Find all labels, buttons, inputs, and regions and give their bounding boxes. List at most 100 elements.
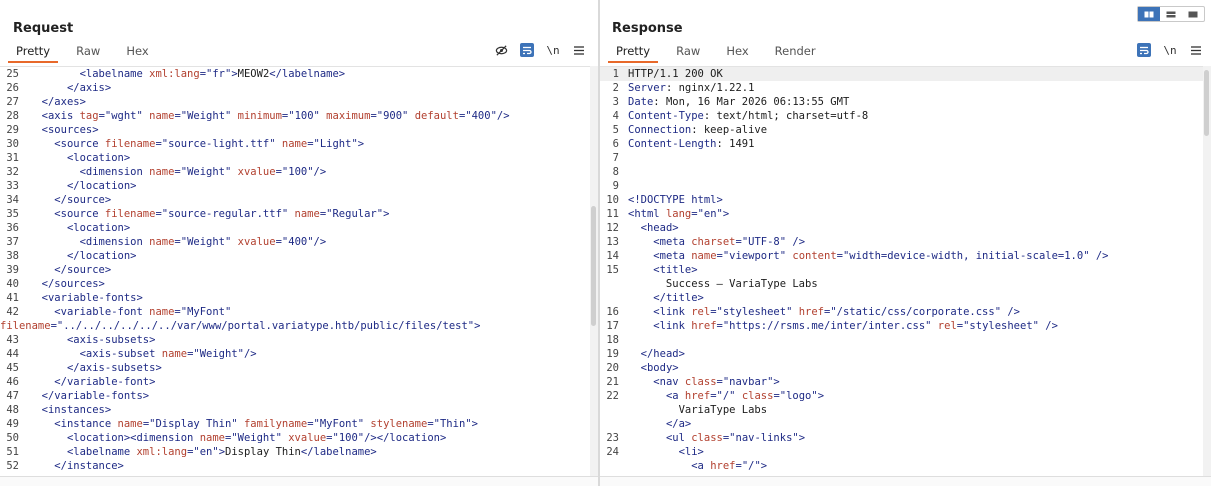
code-text: <dimension name="Weight" xvalue="100"/> — [29, 165, 327, 179]
code-token: </location> — [66, 180, 137, 192]
code-token: name — [199, 432, 225, 444]
code-text: HTTP/1.1 200 OK — [628, 67, 723, 81]
tab-raw[interactable]: Raw — [668, 44, 708, 63]
request-editor[interactable]: 25 <labelname xml:lang="fr">MEOW2</label… — [0, 66, 590, 477]
line-number: 11 — [606, 208, 619, 220]
code-line: 19 </head> — [600, 347, 1203, 361]
tab-pretty[interactable]: Pretty — [8, 44, 59, 63]
code-line: 28 <axis tag="wght" name="Weight" minimu… — [0, 109, 590, 123]
request-hscrollbar[interactable] — [0, 476, 598, 486]
line-number: 19 — [606, 348, 619, 360]
tab-raw[interactable]: Raw — [68, 44, 108, 63]
code-token: <link — [653, 320, 692, 332]
code-token: name — [161, 348, 188, 360]
code-line: 1 HTTP/1.1 200 OK — [600, 67, 1203, 81]
split-vertical-icon[interactable] — [1138, 7, 1160, 21]
code-token: xml:lang — [149, 68, 200, 80]
line-number: 38 — [6, 250, 19, 262]
tab-hex[interactable]: Hex — [718, 44, 756, 63]
eye-off-icon[interactable] — [494, 43, 508, 57]
tab-render[interactable]: Render — [767, 44, 824, 63]
code-token: </variable-fonts> — [41, 390, 150, 402]
line-number: 24 — [606, 446, 619, 458]
code-line: 48 <instances> — [0, 403, 590, 417]
code-text: VariaType Labs — [628, 403, 768, 417]
code-token: </labelname> — [300, 446, 377, 458]
code-token: /> — [1038, 320, 1058, 332]
code-text: <!DOCTYPE html> — [628, 193, 723, 207]
code-token: tag — [79, 110, 99, 122]
code-token: </source> — [54, 264, 112, 276]
code-token: </location> — [66, 250, 137, 262]
single-pane-icon[interactable] — [1182, 7, 1204, 21]
code-token: stylename — [364, 418, 428, 430]
response-editor[interactable]: 1 HTTP/1.1 200 OK 2 Server: nginx/1.22.1 3 Da… — [600, 66, 1203, 477]
tab-hex[interactable]: Hex — [118, 44, 156, 63]
request-scroll-thumb[interactable] — [591, 206, 596, 326]
code-token: "900" — [376, 110, 409, 122]
line-number: 27 — [6, 96, 19, 108]
tab-pretty[interactable]: Pretty — [608, 44, 659, 63]
code-text: <meta charset="UTF-8" /> — [628, 235, 805, 249]
response-scrollbar[interactable] — [1203, 66, 1211, 476]
code-token: "Regular" — [326, 208, 384, 220]
code-token: Content-Type — [628, 110, 704, 122]
menu-icon[interactable] — [572, 43, 586, 57]
line-number: 28 — [6, 110, 19, 122]
response-hscrollbar[interactable] — [600, 476, 1211, 486]
code-token: </instance> — [54, 460, 124, 472]
line-number: 16 — [606, 306, 619, 318]
code-token: > — [817, 390, 825, 402]
line-number: 42 — [6, 306, 19, 318]
code-token: "Weight" — [231, 432, 282, 444]
code-text: <head> — [628, 221, 679, 235]
code-token: name — [142, 110, 175, 122]
code-token: <source — [54, 208, 105, 220]
layout-switcher — [1137, 6, 1205, 22]
code-token: VariaType Labs — [628, 404, 768, 416]
code-token: "/" — [716, 390, 736, 402]
code-token: xvalue — [231, 166, 276, 178]
line-number: 7 — [612, 152, 619, 164]
code-token: /> — [1089, 250, 1109, 262]
request-scrollbar[interactable] — [590, 66, 598, 476]
code-token: : text/html; charset=utf-8 — [703, 110, 869, 122]
code-line: VariaType Labs — [600, 403, 1203, 417]
code-token: class — [691, 432, 723, 444]
code-token: /> — [1001, 306, 1020, 318]
wrap-lines-icon[interactable] — [1137, 43, 1151, 57]
code-line: 11 <html lang="en"> — [600, 207, 1203, 221]
code-token: "Weight" — [180, 110, 232, 122]
menu-icon[interactable] — [1189, 43, 1203, 57]
code-line: 40 </sources> — [0, 277, 590, 291]
newline-icon[interactable]: \n — [546, 43, 560, 57]
newline-icon[interactable]: \n — [1163, 43, 1177, 57]
split-horizontal-icon[interactable] — [1160, 7, 1182, 21]
code-token: : 1491 — [716, 138, 755, 150]
code-token: <axis-subset — [79, 348, 162, 360]
code-line: Success — VariaType Labs — [600, 277, 1203, 291]
code-token: "/" — [741, 460, 761, 472]
code-token: "UTF-8" — [741, 236, 787, 248]
wrap-lines-icon[interactable] — [520, 43, 534, 57]
code-text: <location><dimension name="Weight" xvalu… — [29, 431, 446, 445]
line-number: 37 — [6, 236, 19, 248]
code-token: </title> — [653, 292, 704, 304]
code-text: <source filename="source-light.ttf" name… — [29, 137, 364, 151]
response-title: Response — [612, 21, 683, 36]
response-scroll-thumb[interactable] — [1204, 70, 1209, 136]
response-pane: Response Pretty Raw Hex Render \n 1 HTTP/… — [600, 0, 1211, 486]
